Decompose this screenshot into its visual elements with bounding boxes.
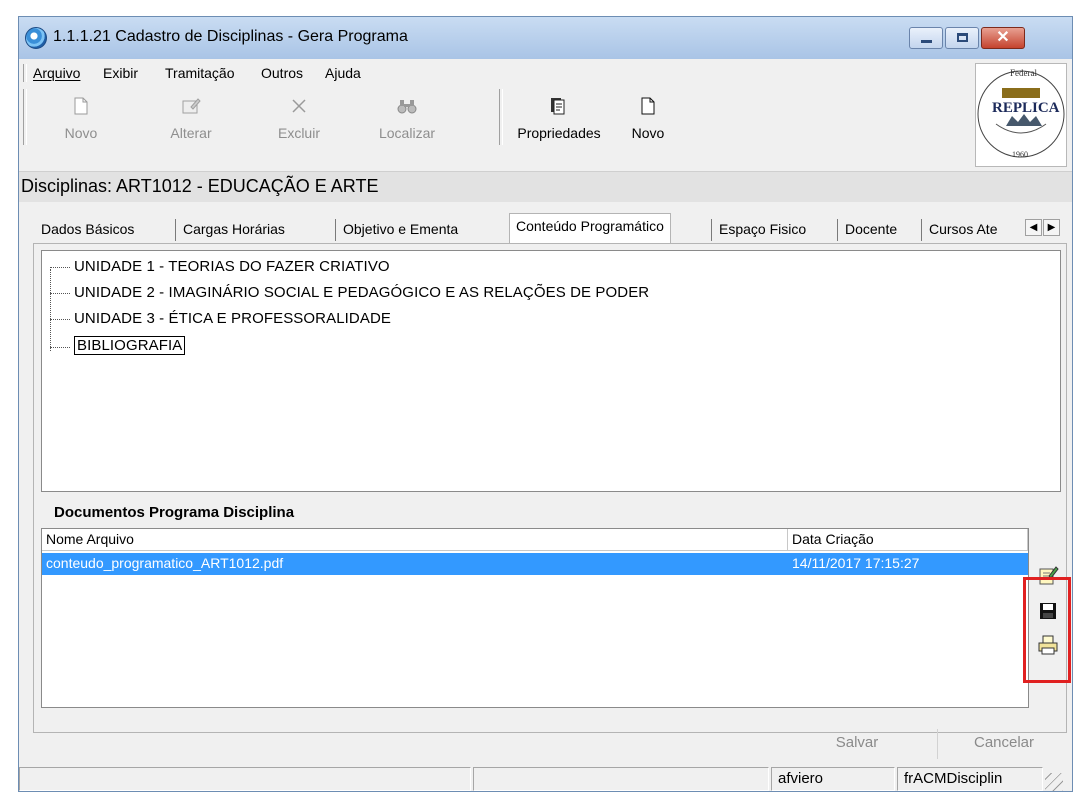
tab-cursos-atendidos[interactable]: Cursos Ate — [929, 221, 1017, 237]
new-document-icon — [615, 89, 681, 123]
menu-outros-label: Outros — [261, 65, 304, 81]
tree-item-label: UNIDADE 3 - ÉTICA E PROFESSORALIDADE — [74, 310, 392, 327]
tree-item[interactable]: UNIDADE 1 - TEORIAS DO FAZER CRIATIVO — [50, 255, 950, 281]
highlight-box — [1023, 577, 1071, 683]
column-header-data-criacao[interactable]: Data Criação — [788, 529, 1028, 551]
logo-year: 1960 — [1012, 150, 1028, 159]
tab-scroll-left-button[interactable]: ◀ — [1025, 219, 1042, 236]
tab-docente[interactable]: Docente — [845, 221, 897, 237]
title-bar[interactable]: 1.1.1.21 Cadastro de Disciplinas - Gera … — [19, 17, 1072, 59]
tree-item[interactable]: UNIDADE 3 - ÉTICA E PROFESSORALIDADE — [50, 307, 950, 333]
tree-item-selected[interactable]: BIBLIOGRAFIA — [50, 335, 950, 361]
tree-connector — [50, 347, 70, 348]
propriedades-label: Propriedades — [517, 125, 601, 141]
resize-grip-icon[interactable] — [1045, 773, 1063, 791]
tab-divider — [711, 219, 712, 241]
tree-item-label: UNIDADE 1 - TEORIAS DO FAZER CRIATIVO — [74, 258, 390, 275]
menu-tramitacao-label: Tramitação — [165, 65, 235, 81]
status-form-name: frACMDisciplin — [897, 767, 1043, 791]
arrow-left-icon: ◀ — [1029, 222, 1038, 233]
file-name-cell: conteudo_programatico_ART1012.pdf — [46, 555, 284, 571]
excluir-label: Excluir — [277, 125, 320, 141]
menu-arquivo-label: Arquivo — [33, 65, 81, 81]
page-title: Disciplinas: ART1012 - EDUCAÇÃO E ARTE — [21, 176, 379, 196]
localizar-label: Localizar — [378, 125, 436, 141]
toolbar-grip — [23, 89, 27, 145]
novo-label: Novo — [631, 125, 665, 141]
alterar-button[interactable]: Alterar — [151, 89, 231, 147]
edit-icon — [151, 89, 231, 123]
toolbar: Novo Alterar Excluir Localizar Proprieda… — [19, 87, 973, 171]
menu-exibir-label: Exibir — [103, 65, 139, 81]
tree-item[interactable]: UNIDADE 2 - IMAGINÁRIO SOCIAL E PEDAGÓGI… — [50, 281, 950, 307]
column-header-nome-arquivo[interactable]: Nome Arquivo — [42, 529, 788, 551]
tree-connector — [50, 293, 70, 294]
tree-connector — [50, 267, 70, 268]
menu-bar: Arquivo Exibir Tramitação Outros Ajuda — [19, 59, 973, 87]
tree-item-label: UNIDADE 2 - IMAGINÁRIO SOCIAL E PEDAGÓGI… — [74, 284, 650, 301]
new-document-icon — [41, 89, 121, 123]
close-button[interactable]: ✕ — [981, 27, 1025, 49]
menu-grip — [23, 64, 27, 82]
minimize-icon — [921, 40, 932, 43]
tree-item-label: BIBLIOGRAFIA — [74, 336, 186, 355]
delete-x-icon — [259, 89, 339, 123]
tab-divider — [175, 219, 176, 241]
menu-arquivo[interactable]: Arquivo — [33, 65, 80, 81]
app-icon — [25, 27, 47, 49]
tab-divider — [837, 219, 838, 241]
maximize-button[interactable] — [945, 27, 979, 49]
tab-espaco-fisico[interactable]: Espaço Fisico — [719, 221, 806, 237]
menu-tramitacao[interactable]: Tramitação — [165, 65, 235, 81]
documents-section-title: Documentos Programa Disciplina — [54, 504, 295, 521]
localizar-button[interactable]: Localizar — [367, 89, 447, 147]
close-icon: ✕ — [996, 29, 1010, 46]
status-panel-1 — [19, 767, 471, 791]
logo-top-text: Federal — [1010, 68, 1037, 78]
content-tree[interactable]: UNIDADE 1 - TEORIAS DO FAZER CRIATIVO UN… — [41, 250, 1061, 492]
tab-conteudo-programatico[interactable]: Conteúdo Programático — [509, 213, 671, 243]
arrow-right-icon: ▶ — [1047, 222, 1056, 233]
binoculars-icon — [367, 89, 447, 123]
tab-dados-basicos[interactable]: Dados Básicos — [41, 221, 134, 237]
header-bar: Disciplinas: ART1012 - EDUCAÇÃO E ARTE — [19, 171, 1072, 202]
tab-divider — [335, 219, 336, 241]
tree-connector — [50, 319, 70, 320]
tab-objetivo-ementa[interactable]: Objetivo e Ementa — [343, 221, 458, 237]
toolbar-separator — [499, 89, 503, 145]
main-window: 1.1.1.21 Cadastro de Disciplinas - Gera … — [18, 16, 1073, 792]
status-user: afviero — [771, 767, 895, 791]
tab-strip: Dados Básicos Cargas Horárias Objetivo e… — [33, 213, 1072, 247]
menu-ajuda[interactable]: Ajuda — [325, 65, 361, 81]
creation-date-cell: 14/11/2017 17:15:27 — [792, 555, 920, 571]
alterar-label: Alterar — [170, 125, 212, 141]
propriedades-button[interactable]: Propriedades — [509, 89, 609, 147]
properties-icon — [509, 89, 609, 123]
logo-text: REPLICA — [992, 100, 1060, 116]
menu-exibir[interactable]: Exibir — [103, 65, 138, 81]
minimize-button[interactable] — [909, 27, 943, 49]
status-panel-2 — [473, 767, 769, 791]
university-logo: REPLICA Federal 1960 — [975, 63, 1067, 167]
novo-button-disabled[interactable]: Novo — [41, 89, 121, 147]
window-title: 1.1.1.21 Cadastro de Disciplinas - Gera … — [53, 28, 408, 45]
tab-divider — [921, 219, 922, 241]
tab-cargas-horarias[interactable]: Cargas Horárias — [183, 221, 285, 237]
menu-outros[interactable]: Outros — [261, 65, 303, 81]
novo-label: Novo — [64, 125, 98, 141]
tab-panel-conteudo: UNIDADE 1 - TEORIAS DO FAZER CRIATIVO UN… — [33, 243, 1067, 733]
documents-table[interactable]: Nome Arquivo Data Criação conteudo_progr… — [41, 528, 1029, 708]
novo-button[interactable]: Novo — [615, 89, 681, 147]
excluir-button[interactable]: Excluir — [259, 89, 339, 147]
salvar-button[interactable]: Salvar — [797, 729, 917, 759]
table-row[interactable]: conteudo_programatico_ART1012.pdf 14/11/… — [42, 553, 1028, 575]
status-bar: afviero frACMDisciplin — [19, 765, 1072, 791]
menu-ajuda-label: Ajuda — [325, 65, 361, 81]
tab-scroll-right-button[interactable]: ▶ — [1043, 219, 1060, 236]
cancelar-button[interactable]: Cancelar — [937, 729, 1070, 759]
maximize-icon — [957, 33, 968, 42]
